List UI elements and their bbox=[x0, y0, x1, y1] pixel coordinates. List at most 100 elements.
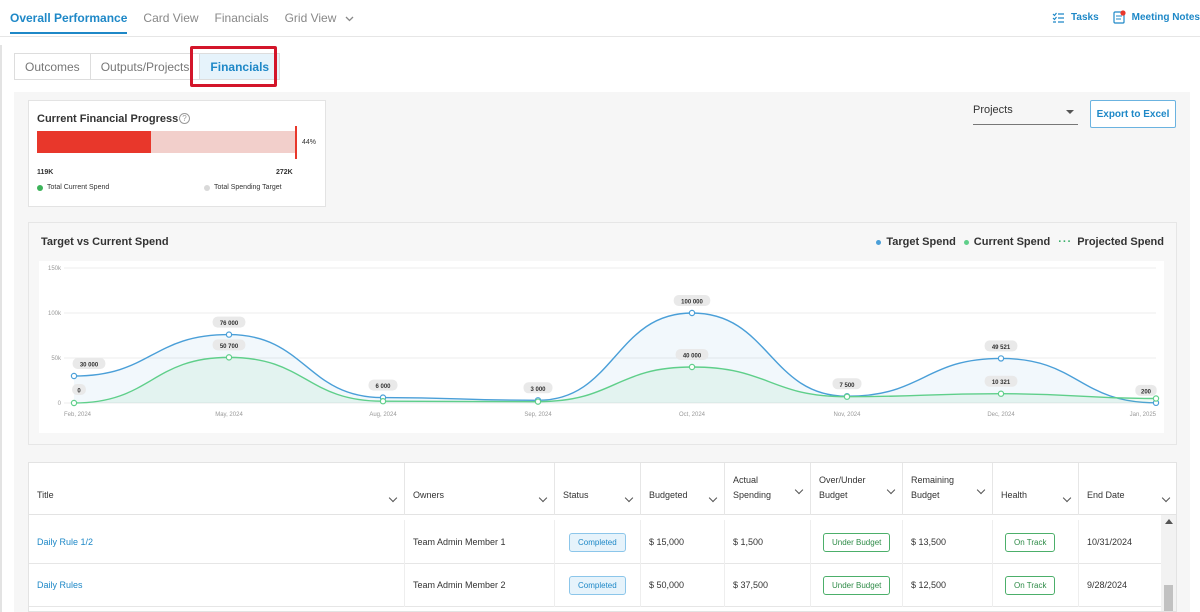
nav-divider bbox=[0, 36, 1200, 37]
x-tick-label: Dec, 2024 bbox=[987, 412, 1015, 418]
help-icon[interactable]: ? bbox=[179, 113, 190, 124]
header-title[interactable]: Title bbox=[29, 463, 405, 515]
cell-owners: Team Admin Member 2 bbox=[405, 563, 555, 607]
legend-current-spend[interactable]: Current Spend bbox=[963, 236, 1051, 248]
header-over-under-budget[interactable]: Over/Under Budget bbox=[811, 463, 903, 515]
legend-current: Total Current Spend bbox=[37, 184, 109, 191]
data-point bbox=[843, 393, 851, 400]
tab-financials[interactable]: Financials bbox=[215, 11, 269, 25]
progress-title: Current Financial Progress bbox=[37, 113, 179, 125]
header-end-date[interactable]: End Date bbox=[1079, 463, 1176, 515]
data-point bbox=[70, 372, 78, 380]
chevron-down-icon[interactable] bbox=[976, 485, 986, 495]
highlight-box bbox=[190, 46, 277, 87]
financial-progress-card: Current Financial Progress ? 44% 119K 27… bbox=[28, 100, 326, 207]
data-label: 76 000 bbox=[220, 321, 239, 327]
table-header: Title Owners Status Budgeted Actual Spending O… bbox=[29, 463, 1176, 515]
data-label: 30 000 bbox=[80, 363, 99, 369]
tasks-label: Tasks bbox=[1071, 11, 1099, 23]
subtab-outputs-projects[interactable]: Outputs/Projects bbox=[89, 53, 200, 80]
data-point bbox=[688, 363, 696, 371]
legend-current-spend-label: Current Spend bbox=[973, 236, 1051, 248]
legend-target-label: Total Spending Target bbox=[214, 184, 282, 191]
data-label: 50 700 bbox=[220, 344, 239, 350]
x-tick-label: Sep, 2024 bbox=[524, 412, 552, 418]
status-badge: Completed bbox=[569, 532, 626, 552]
scroll-up-icon[interactable] bbox=[1165, 519, 1173, 524]
gray-dot-icon bbox=[204, 184, 210, 191]
cell-actual-spending: $ 1,500 bbox=[725, 520, 811, 564]
header-label: Over/Under Budget bbox=[819, 475, 866, 500]
chevron-down-icon[interactable] bbox=[708, 493, 718, 503]
y-tick-label: 50k bbox=[51, 356, 62, 362]
legend-projected-spend[interactable]: ··· Projected Spend bbox=[1058, 236, 1164, 248]
cell-title[interactable]: Daily Rules bbox=[29, 563, 405, 607]
data-point bbox=[225, 354, 233, 361]
tasks-icon bbox=[1052, 12, 1065, 23]
progress-fill bbox=[37, 131, 151, 153]
data-label: 200 bbox=[1141, 389, 1152, 395]
x-tick-label: Oct, 2024 bbox=[679, 412, 706, 418]
chevron-down-icon[interactable] bbox=[1161, 493, 1171, 503]
cell-health: On Track bbox=[993, 563, 1079, 607]
green-dot-icon bbox=[37, 184, 43, 191]
data-label: 3 000 bbox=[530, 387, 546, 393]
projects-table: Title Owners Status Budgeted Actual Spending O… bbox=[28, 462, 1177, 612]
tasks-button[interactable]: Tasks bbox=[1052, 12, 1099, 23]
scrollbar[interactable] bbox=[1161, 515, 1176, 611]
budget-badge: Under Budget bbox=[823, 532, 891, 552]
table-row[interactable]: Daily Rule 1/2 Team Admin Member 1 Complet… bbox=[29, 520, 1163, 564]
cell-remaining-budget: $ 13,500 bbox=[903, 520, 993, 564]
blue-dot-icon bbox=[876, 239, 882, 245]
cell-title[interactable]: Daily Rule 1/2 bbox=[29, 520, 405, 564]
header-status[interactable]: Status bbox=[555, 463, 641, 515]
dotted-line-icon: ··· bbox=[1058, 236, 1073, 248]
projects-select[interactable]: Projects bbox=[973, 104, 1078, 125]
scroll-thumb[interactable] bbox=[1164, 585, 1173, 611]
y-tick-label: 150k bbox=[48, 266, 62, 272]
header-label: Status bbox=[563, 490, 589, 500]
chevron-down-icon[interactable] bbox=[886, 485, 896, 495]
data-label: 6 000 bbox=[375, 384, 391, 390]
x-tick-label: Aug, 2024 bbox=[369, 412, 397, 418]
progress-track bbox=[37, 131, 296, 153]
chart-title: Target vs Current Spend bbox=[41, 236, 169, 248]
chart-legend: Target Spend Current Spend ··· Projected … bbox=[876, 236, 1164, 248]
tab-overall-performance[interactable]: Overall Performance bbox=[10, 11, 128, 34]
cell-status: Completed bbox=[555, 520, 641, 564]
data-label: 100 000 bbox=[681, 300, 703, 306]
header-budgeted[interactable]: Budgeted bbox=[641, 463, 725, 515]
legend-target-spend[interactable]: Target Spend bbox=[876, 236, 956, 248]
header-label: Title bbox=[37, 490, 54, 500]
data-point bbox=[688, 309, 696, 317]
chevron-down-icon[interactable] bbox=[538, 493, 548, 503]
line-chart: 050k100k150kFeb, 2024 May, 2024 Aug, 2024 S… bbox=[39, 261, 1164, 433]
export-to-excel-button[interactable]: Export to Excel bbox=[1090, 100, 1176, 128]
tab-grid-view[interactable]: Grid View bbox=[285, 11, 354, 25]
progress-percent: 44% bbox=[302, 139, 317, 146]
header-actual-spending[interactable]: Actual Spending bbox=[725, 463, 811, 515]
meeting-notes-label: Meeting Notes bbox=[1131, 11, 1200, 23]
header-remaining-budget[interactable]: Remaining Budget bbox=[903, 463, 993, 515]
legend-target-spend-label: Target Spend bbox=[886, 236, 956, 248]
header-label: Budgeted bbox=[649, 490, 688, 500]
data-label: 7 500 bbox=[839, 383, 855, 389]
left-border bbox=[0, 45, 2, 612]
data-point bbox=[379, 397, 387, 405]
header-owners[interactable]: Owners bbox=[405, 463, 555, 515]
chevron-down-icon[interactable] bbox=[624, 493, 634, 503]
x-tick-label: Nov, 2024 bbox=[834, 412, 862, 418]
budget-badge: Under Budget bbox=[823, 575, 891, 595]
tab-card-view[interactable]: Card View bbox=[143, 11, 198, 25]
chevron-down-icon[interactable] bbox=[388, 493, 398, 503]
subtab-outcomes[interactable]: Outcomes bbox=[14, 53, 90, 80]
table-row[interactable]: Daily Rules Team Admin Member 2 Completed $… bbox=[29, 563, 1163, 607]
status-badge: Completed bbox=[569, 575, 626, 595]
data-label: 40 000 bbox=[683, 354, 702, 360]
chevron-down-icon[interactable] bbox=[1062, 493, 1072, 503]
meeting-notes-button[interactable]: Meeting Notes bbox=[1113, 10, 1200, 24]
y-tick-label: 100k bbox=[48, 311, 62, 317]
x-tick-label: May, 2024 bbox=[215, 412, 243, 418]
chevron-down-icon[interactable] bbox=[794, 485, 804, 495]
header-health[interactable]: Health bbox=[993, 463, 1079, 515]
